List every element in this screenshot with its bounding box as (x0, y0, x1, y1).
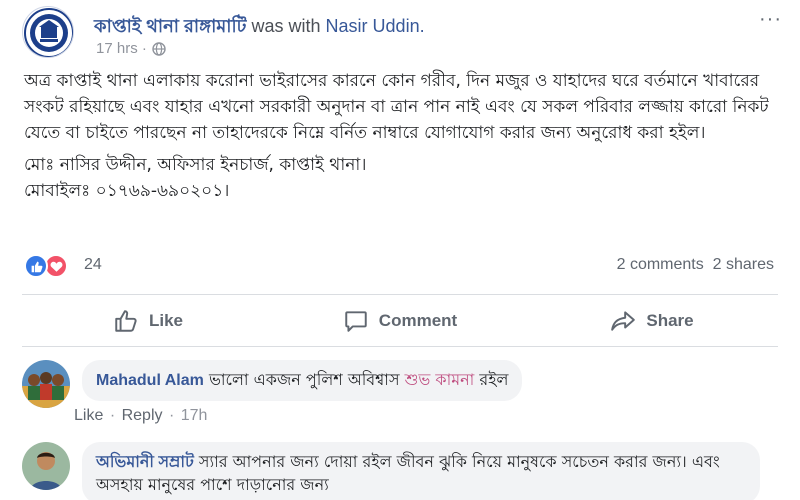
post-author-line: কাপ্তাই থানা রাঙ্গামাটি was with Nasir U… (94, 12, 425, 43)
comment-author-link[interactable]: Mahadul Alam (96, 372, 204, 389)
post-body: অত্র কাপ্তাই থানা এলাকায় করোনা ভাইরাসের… (24, 68, 784, 204)
comment-like-link[interactable]: Like (74, 407, 103, 424)
post-actions: Like Comment Share (22, 298, 778, 344)
like-button-label: Like (148, 311, 184, 330)
police-logo-icon (24, 8, 73, 57)
comment-author-link[interactable]: অভিমানী সম্রাট (96, 454, 194, 471)
post-meta: 17 hrs · (96, 40, 166, 57)
post-paragraph: অত্র কাপ্তাই থানা এলাকায় করোনা ভাইরাসের… (24, 71, 769, 143)
comment-text: ভালো একজন পুলিশ অবিশ্বাস (208, 370, 400, 389)
page-avatar[interactable] (22, 6, 74, 58)
share-button-label: Share (646, 311, 694, 330)
divider (22, 346, 778, 347)
page-name-link[interactable]: কাপ্তাই থানা রাঙ্গামাটি (94, 16, 246, 36)
comment-bubble: অভিমানী সম্রাট স্যার আপনার জন্য দোয়া রই… (82, 442, 760, 500)
speech-bubble-icon (345, 311, 367, 332)
tagged-person-link[interactable]: Nasir Uddin. (326, 16, 425, 36)
commenter-avatar[interactable] (22, 360, 70, 408)
comment-actions: Like · Reply · 17h (74, 407, 207, 425)
like-reaction-icon (24, 254, 48, 278)
comment-text-end: রইল (479, 370, 509, 389)
comment-timestamp[interactable]: 17h (181, 407, 208, 424)
more-options-button[interactable]: ··· (759, 8, 782, 31)
comment-bubble: Mahadul Alam ভালো একজন পুলিশ অবিশ্বাস শু… (82, 360, 523, 401)
share-arrow-icon (611, 311, 636, 331)
reaction-icons[interactable] (24, 254, 68, 278)
post-header: কাপ্তাই থানা রাঙ্গামাটি was with Nasir U… (22, 6, 782, 66)
like-button[interactable]: Like (22, 298, 274, 344)
separator-dot: · (168, 407, 175, 424)
shares-count-link[interactable]: 2 shares (713, 256, 774, 273)
reactions-summary: 24 2 comments 2 shares (24, 254, 774, 280)
separator-dot: · (109, 407, 116, 424)
commenter-avatar[interactable] (22, 442, 70, 490)
comments-count-link[interactable]: 2 comments (617, 256, 704, 273)
thumbs-up-icon (115, 310, 137, 332)
reaction-count[interactable]: 24 (84, 256, 102, 274)
share-button[interactable]: Share (526, 298, 778, 344)
globe-icon[interactable] (152, 41, 166, 56)
comment-reply-link[interactable]: Reply (122, 407, 163, 424)
comment-button-label: Comment (378, 311, 458, 330)
was-with-text: was with (251, 16, 321, 36)
divider (22, 294, 778, 295)
post-signature: মোঃ নাসির উদ্দীন, অফিসার ইনচার্জ, কাপ্তা… (24, 155, 367, 175)
post-timestamp[interactable]: 17 hrs · (96, 40, 147, 57)
post-mobile: মোবাইলঃ ০১৭৬৯-৬৯০২০১। (24, 181, 230, 201)
comment-share-counts: 2 comments 2 shares (617, 256, 774, 274)
comment-highlight-text: শুভ কামনা (404, 370, 475, 389)
comment-button[interactable]: Comment (274, 298, 526, 344)
